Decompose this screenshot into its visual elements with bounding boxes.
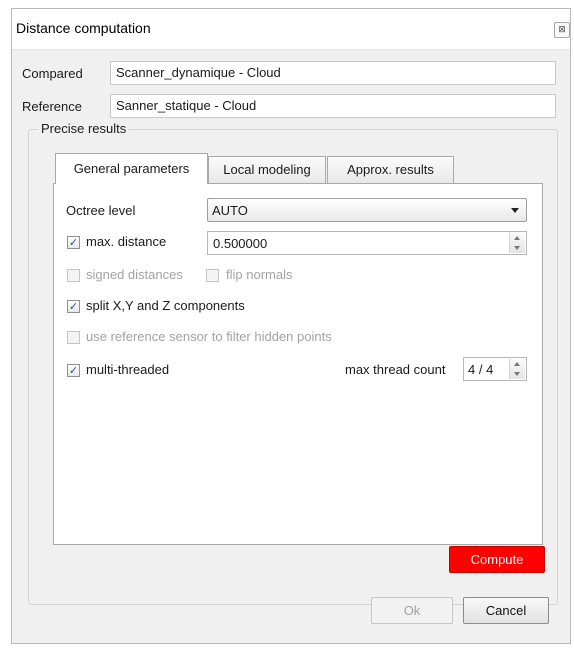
ok-button[interactable]: Ok [371, 597, 453, 624]
use-reference-sensor-label: use reference sensor to filter hidden po… [86, 329, 332, 344]
cancel-button[interactable]: Cancel [463, 597, 549, 624]
arrow-down-icon[interactable] [514, 246, 520, 250]
tab-local-modeling[interactable]: Local modeling [208, 156, 326, 183]
split-components-label: split X,Y and Z components [86, 298, 245, 313]
max-thread-count-label: max thread count [345, 362, 446, 377]
multi-threaded-checkbox[interactable]: ✓ [67, 364, 80, 377]
chevron-down-icon [511, 208, 519, 213]
flip-normals-checkbox[interactable] [206, 269, 219, 282]
signed-distances-checkbox[interactable] [67, 269, 80, 282]
tab-approx-results[interactable]: Approx. results [327, 156, 454, 183]
arrow-down-icon[interactable] [514, 372, 520, 376]
max-distance-spinbox[interactable]: 0.500000 [207, 231, 527, 255]
reference-label: Reference [22, 99, 82, 114]
max-thread-count-stepper[interactable] [509, 359, 525, 379]
max-distance-value: 0.500000 [213, 236, 268, 251]
octree-level-select[interactable]: AUTO [207, 198, 527, 222]
max-distance-checkbox[interactable]: ✓ [67, 236, 80, 249]
title-bar: Distance computation ⊠ [12, 9, 570, 50]
octree-level-label: Octree level [66, 203, 136, 218]
max-thread-count-value: 4 / 4 [468, 362, 494, 377]
multi-threaded-label: multi-threaded [86, 362, 170, 377]
compute-button[interactable]: Compute [449, 546, 545, 573]
precise-results-title: Precise results [38, 121, 130, 136]
max-distance-label: max. distance [86, 234, 167, 249]
max-distance-stepper[interactable] [509, 233, 525, 253]
tab-general-parameters[interactable]: General parameters [55, 153, 208, 184]
compared-field[interactable]: Scanner_dynamique - Cloud [110, 61, 556, 85]
flip-normals-label: flip normals [226, 267, 293, 282]
dialog-title: Distance computation [16, 20, 151, 36]
reference-field[interactable]: Sanner_statique - Cloud [110, 94, 556, 118]
signed-distances-label: signed distances [86, 267, 183, 282]
use-reference-sensor-checkbox[interactable] [67, 331, 80, 344]
arrow-up-icon[interactable] [514, 362, 520, 366]
split-components-checkbox[interactable]: ✓ [67, 300, 80, 313]
octree-level-value: AUTO [212, 203, 248, 218]
arrow-up-icon[interactable] [514, 236, 520, 240]
max-thread-count-spinbox[interactable]: 4 / 4 [463, 357, 527, 381]
compared-label: Compared [22, 66, 83, 81]
close-icon[interactable]: ⊠ [554, 22, 570, 38]
